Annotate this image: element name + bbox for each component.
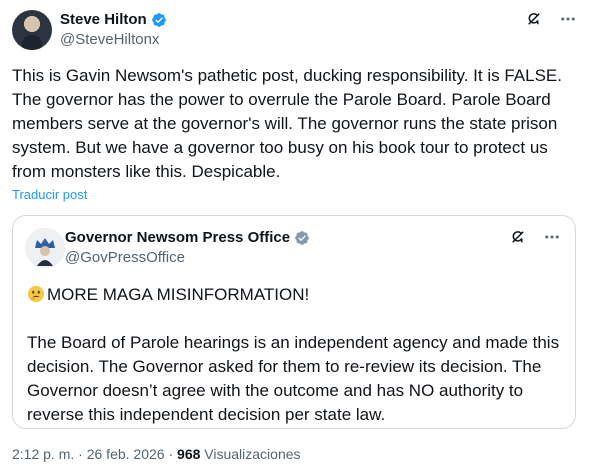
author-avatar[interactable] [12, 10, 52, 50]
government-verified-badge-icon[interactable] [294, 230, 310, 246]
quoted-body: The Board of Parole hearings is an indep… [27, 333, 560, 424]
more-options-icon[interactable] [559, 10, 577, 28]
quoted-tweet[interactable]: Governor Newsom Press Office @GovPressOf… [12, 215, 576, 429]
verified-badge-icon[interactable] [151, 12, 167, 28]
views-label: Visualizaciones [204, 446, 301, 462]
translate-post-link[interactable]: Traducir post [12, 187, 87, 202]
tweet-actions [525, 10, 577, 28]
post-date[interactable]: 26 feb. 2026 [87, 446, 165, 462]
quoted-headline: MORE MAGA MISINFORMATION! [27, 283, 563, 307]
quoted-author: Governor Newsom Press Office @GovPressOf… [65, 228, 310, 266]
tweet-meta: 2:12 p. m. · 26 feb. 2026 · 968 Visualiz… [12, 446, 301, 462]
meta-separator: · [74, 446, 87, 462]
quoted-headline-text: MORE MAGA MISINFORMATION! [47, 285, 310, 304]
quoted-author-name[interactable]: Governor Newsom Press Office [65, 229, 290, 246]
grok-icon[interactable] [525, 10, 543, 28]
quoted-author-handle[interactable]: @GovPressOffice [65, 249, 310, 266]
more-options-icon[interactable] [543, 228, 561, 246]
quoted-tweet-actions [509, 228, 561, 246]
grok-icon[interactable] [509, 228, 527, 246]
author-name[interactable]: Steve Hilton [60, 11, 147, 28]
post-time[interactable]: 2:12 p. m. [12, 446, 74, 462]
quoted-tweet-text: MORE MAGA MISINFORMATION! The Board of P… [27, 283, 563, 427]
author-handle[interactable]: @SteveHiltonx [60, 31, 167, 48]
tweet-text: This is Gavin Newsom's pathetic post, du… [12, 66, 562, 181]
thinking-face-emoji [27, 285, 45, 303]
governor-seal-icon [25, 228, 65, 268]
quoted-author-avatar[interactable] [25, 228, 65, 268]
meta-separator: · [164, 446, 178, 462]
tweet-author: Steve Hilton @SteveHiltonx [60, 10, 167, 48]
views-count: 968 [177, 446, 201, 462]
